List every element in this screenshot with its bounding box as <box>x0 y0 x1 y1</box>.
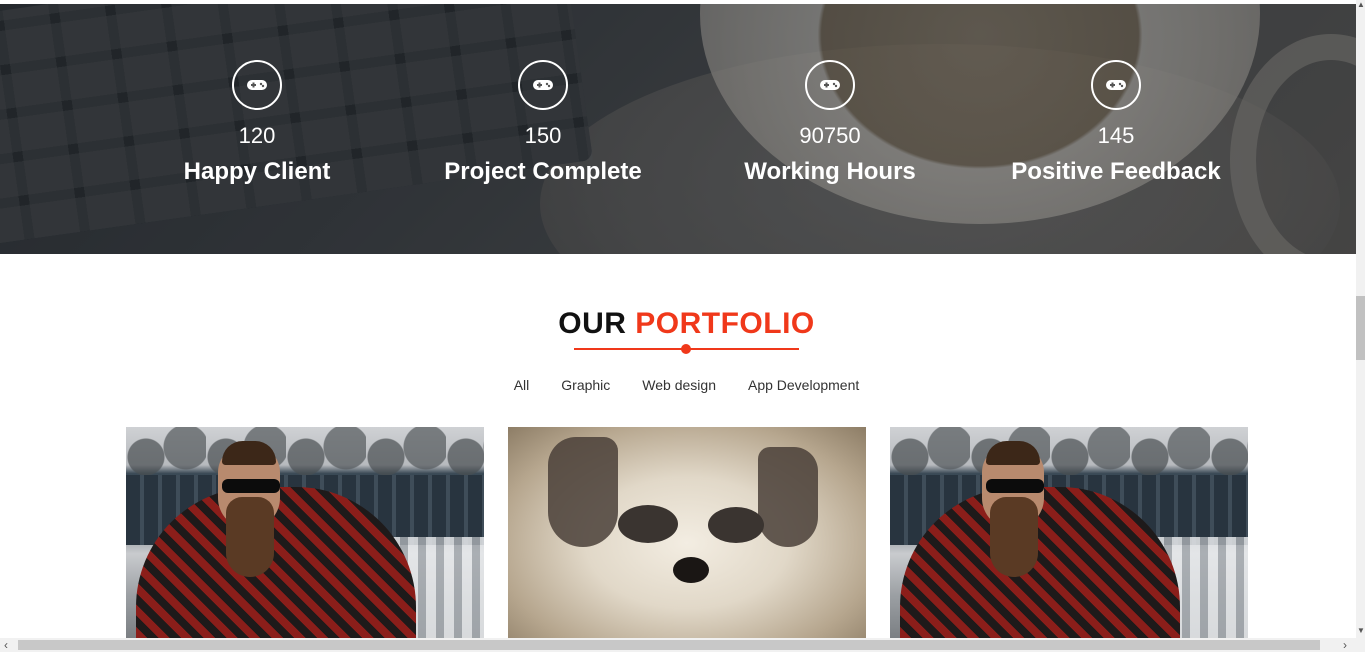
stat-happy-client: 120 Happy Client <box>107 4 407 186</box>
scroll-right-arrow-icon[interactable]: › <box>1343 638 1347 652</box>
filter-graphic[interactable]: Graphic <box>561 376 610 394</box>
portfolio-filters: All Graphic Web design App Development <box>0 376 1365 394</box>
stat-label: Happy Client <box>183 158 331 185</box>
horizontal-scrollbar[interactable]: ‹ › <box>0 638 1365 652</box>
stat-value: 90750 <box>799 123 861 148</box>
puppy-photo <box>508 427 866 638</box>
horizontal-scroll-thumb[interactable] <box>18 640 1320 650</box>
gamepad-icon <box>1091 60 1141 110</box>
scroll-up-arrow-icon[interactable]: ▲ <box>1357 0 1365 10</box>
filter-app-development[interactable]: App Development <box>748 376 859 394</box>
stat-label: Working Hours <box>744 158 916 185</box>
stats-banner: 120 Happy Client 150 Project Complete 90… <box>0 4 1356 254</box>
portfolio-item[interactable] <box>126 427 484 638</box>
title-divider-dot <box>681 344 691 354</box>
stat-label: Project Complete <box>444 158 642 185</box>
portfolio-title-part2: PORTFOLIO <box>635 307 815 340</box>
vertical-scrollbar[interactable]: ▲ ▼ <box>1356 0 1365 638</box>
portfolio-title-part1: OUR <box>558 307 627 340</box>
scroll-down-arrow-icon[interactable]: ▼ <box>1357 626 1365 636</box>
portfolio-item[interactable] <box>890 427 1248 638</box>
gamepad-icon <box>518 60 568 110</box>
stat-value: 145 <box>1097 123 1135 148</box>
portfolio-title: OUR PORTFOLIO <box>0 304 1365 344</box>
stat-value: 150 <box>524 123 562 148</box>
filter-web-design[interactable]: Web design <box>642 376 716 394</box>
gamepad-icon <box>805 60 855 110</box>
gamepad-icon <box>232 60 282 110</box>
stat-positive-feedback: 145 Positive Feedback <box>966 4 1266 186</box>
stat-label: Positive Feedback <box>1011 158 1221 185</box>
bearded-man-photo <box>126 427 484 638</box>
filter-all[interactable]: All <box>514 376 530 394</box>
portfolio-item[interactable] <box>508 427 866 638</box>
page: 120 Happy Client 150 Project Complete 90… <box>0 0 1365 652</box>
vertical-scroll-thumb[interactable] <box>1356 296 1365 360</box>
stat-value: 120 <box>238 123 276 148</box>
bearded-man-photo <box>890 427 1248 638</box>
scroll-left-arrow-icon[interactable]: ‹ <box>4 638 8 652</box>
stat-working-hours: 90750 Working Hours <box>680 4 980 186</box>
stat-project-complete: 150 Project Complete <box>393 4 693 186</box>
